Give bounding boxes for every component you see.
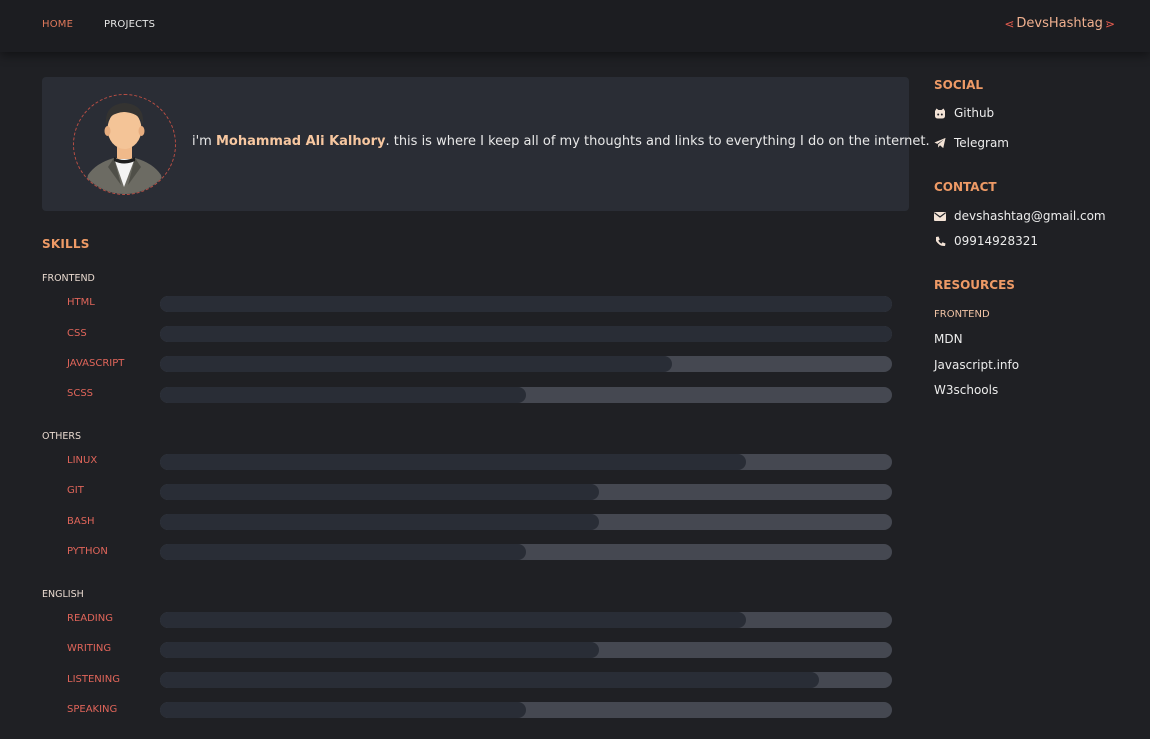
skill-bar-fill xyxy=(160,642,600,658)
skill-bar-fill xyxy=(160,387,526,403)
skill-bar-fill xyxy=(160,612,746,628)
resource-link-w3schools[interactable]: W3schools xyxy=(934,383,998,397)
brand-logo[interactable]: ⋖ DevsHashtag ⋗ xyxy=(1004,16,1115,31)
avatar-illustration xyxy=(84,103,165,194)
github-label: Github xyxy=(954,106,995,120)
skill-bar xyxy=(160,454,892,470)
skill-group-others: OTHERS xyxy=(42,431,82,442)
social-title: SOCIAL xyxy=(934,78,984,92)
top-navbar: HOME PROJECTS ⋖ DevsHashtag ⋗ xyxy=(0,0,1150,52)
skill-label: SPEAKING xyxy=(67,704,118,715)
intro-card: i'm Mohammad Ali Kalhory. this is where … xyxy=(42,77,930,211)
skill-bar xyxy=(160,514,892,530)
resource-link-javascript-info[interactable]: Javascript.info xyxy=(934,358,1019,372)
skill-bar xyxy=(160,387,892,403)
brand-right-chevron-icon: ⋗ xyxy=(1104,16,1115,31)
intro-suffix: . this is where I keep all of my thought… xyxy=(385,134,930,149)
skill-label: READING xyxy=(67,613,113,624)
email-link[interactable]: devshashtag@gmail.com xyxy=(934,209,1106,223)
skill-label: JAVASCRIPT xyxy=(67,358,125,369)
brand-name: DevsHashtag xyxy=(1016,16,1103,31)
skill-label: SCSS xyxy=(67,388,94,399)
skill-bar-fill xyxy=(160,544,526,560)
phone-link[interactable]: 09914928321 xyxy=(934,234,1038,248)
skill-bar-fill xyxy=(160,484,600,500)
skill-bar xyxy=(160,672,892,688)
skill-bar-fill xyxy=(160,356,673,372)
contact-title: CONTACT xyxy=(934,180,997,194)
resources-title: RESOURCES xyxy=(934,278,1015,292)
author-name: Mohammad Ali Kalhory xyxy=(215,134,386,149)
brand-left-chevron-icon: ⋖ xyxy=(1004,16,1015,31)
skills-title: SKILLS xyxy=(42,237,90,251)
resource-link-mdn[interactable]: MDN xyxy=(934,332,963,346)
github-icon xyxy=(934,107,946,119)
telegram-icon xyxy=(934,137,946,149)
envelope-icon xyxy=(934,210,946,222)
skill-label: PYTHON xyxy=(67,546,108,557)
skill-label: LINUX xyxy=(67,455,98,466)
skill-bar xyxy=(160,484,892,500)
skill-bar-fill xyxy=(160,454,746,470)
skill-bar-fill xyxy=(160,326,892,342)
skill-bar xyxy=(160,356,892,372)
skill-bar xyxy=(160,612,892,628)
phone-icon xyxy=(934,235,946,247)
skill-label: HTML xyxy=(67,297,95,308)
skill-group-english: ENGLISH xyxy=(42,589,84,600)
email-address: devshashtag@gmail.com xyxy=(954,209,1106,223)
avatar xyxy=(73,94,176,195)
skill-bar-fill xyxy=(160,672,819,688)
intro-prefix: i'm xyxy=(192,134,216,149)
skill-bar xyxy=(160,702,892,718)
skill-bar-fill xyxy=(160,702,526,718)
skill-label: LISTENING xyxy=(67,674,120,685)
intro-text: i'm Mohammad Ali Kalhory. this is where … xyxy=(192,134,930,149)
phone-number: 09914928321 xyxy=(954,234,1038,248)
skill-bar xyxy=(160,544,892,560)
nav-home-link[interactable]: HOME xyxy=(42,19,73,30)
github-link[interactable]: Github xyxy=(934,106,994,120)
skill-bar xyxy=(160,326,892,342)
skill-label: WRITING xyxy=(67,643,112,654)
resources-group-frontend: FRONTEND xyxy=(934,309,990,320)
nav-projects-link[interactable]: PROJECTS xyxy=(104,19,155,30)
telegram-label: Telegram xyxy=(954,136,1009,150)
skill-label: GIT xyxy=(67,485,84,496)
skill-bar-fill xyxy=(160,514,600,530)
skill-label: CSS xyxy=(67,328,87,339)
skill-group-frontend: FRONTEND xyxy=(42,273,95,284)
skill-bar xyxy=(160,642,892,658)
skill-bar-fill xyxy=(160,296,892,312)
telegram-link[interactable]: Telegram xyxy=(934,136,1009,150)
skill-bar xyxy=(160,296,892,312)
skill-label: BASH xyxy=(67,516,95,527)
